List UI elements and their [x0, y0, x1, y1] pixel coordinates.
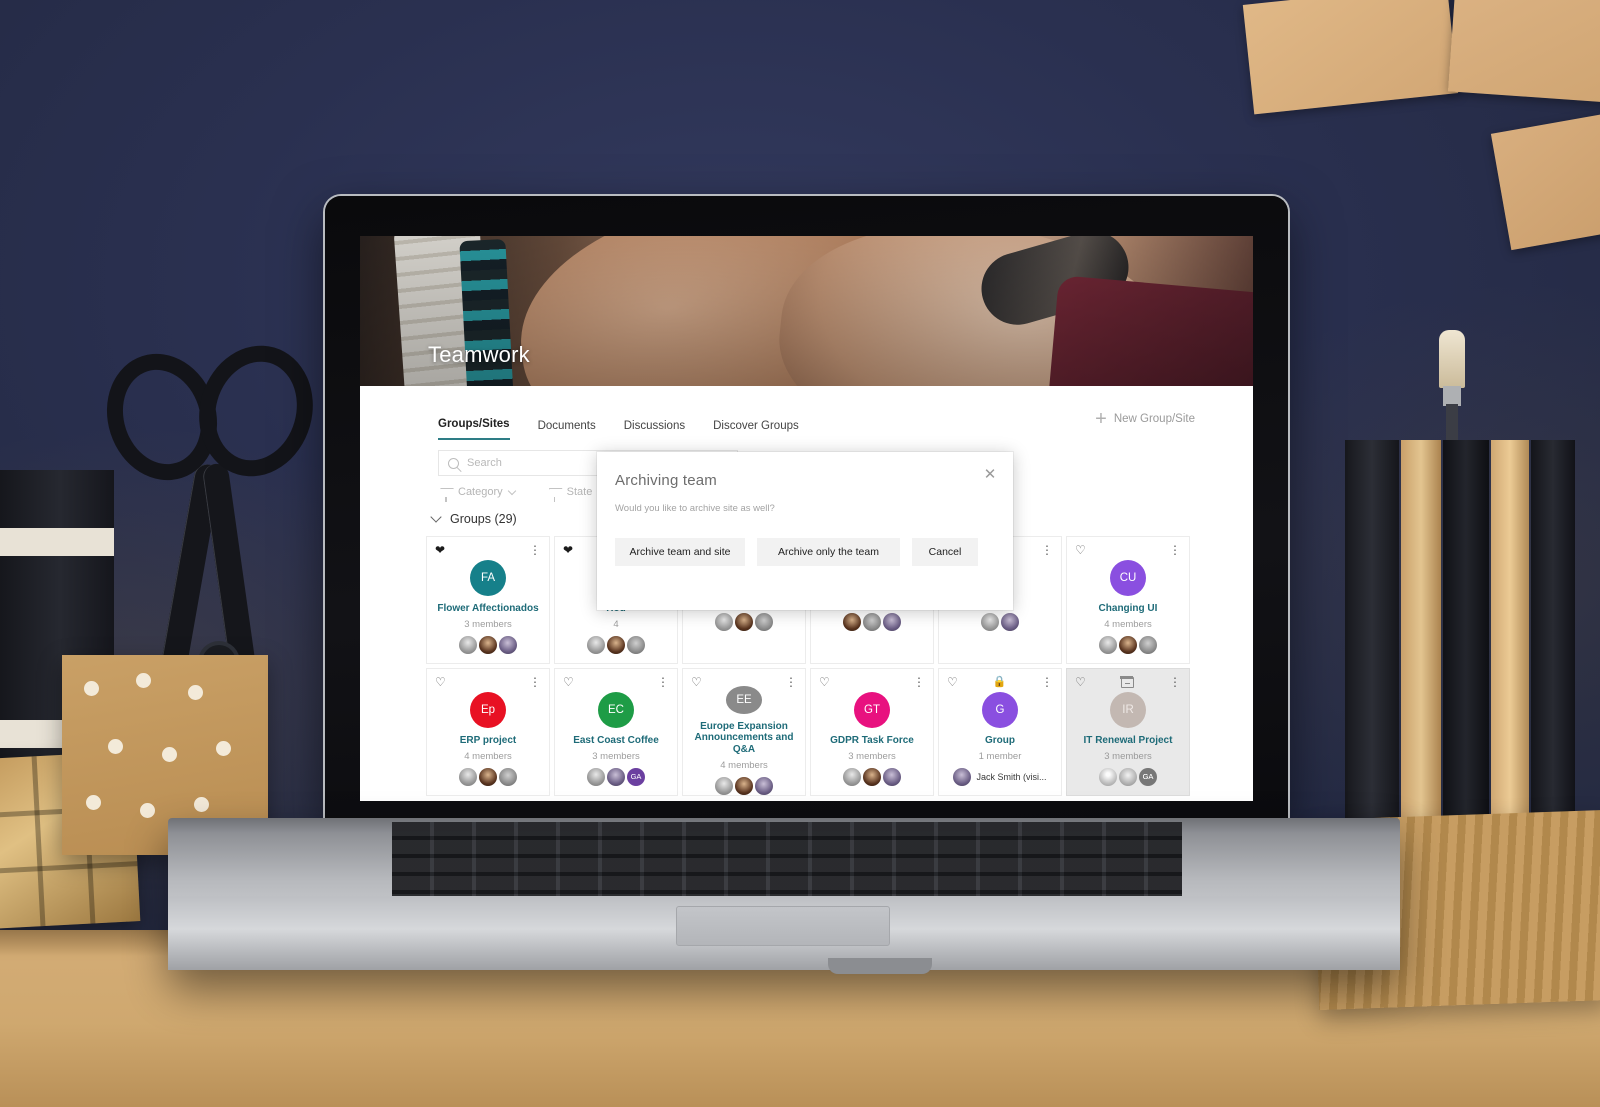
lid-notch — [828, 958, 932, 974]
archive-team-and-site-button[interactable]: Archive team and site — [615, 538, 745, 566]
dialog-title: Archiving team — [615, 472, 718, 489]
teamwork-app: Teamwork Groups/Sites Documents Discussi… — [360, 236, 1253, 801]
laptop-base — [168, 818, 1400, 974]
archive-only-team-button[interactable]: Archive only the team — [757, 538, 900, 566]
laptop-screen: Teamwork Groups/Sites Documents Discussi… — [360, 236, 1253, 801]
close-icon[interactable]: ✕ — [983, 467, 997, 482]
trackpad — [676, 906, 890, 946]
archiving-team-dialog: ✕ Archiving team Would you like to archi… — [597, 452, 1013, 610]
dialog-message: Would you like to archive site as well? — [615, 503, 775, 514]
dialog-button-row: Archive team and site Archive only the t… — [597, 514, 1013, 566]
cancel-button[interactable]: Cancel — [912, 538, 978, 566]
keyboard — [392, 822, 1182, 896]
laptop: Teamwork Groups/Sites Documents Discussi… — [0, 0, 1600, 1107]
